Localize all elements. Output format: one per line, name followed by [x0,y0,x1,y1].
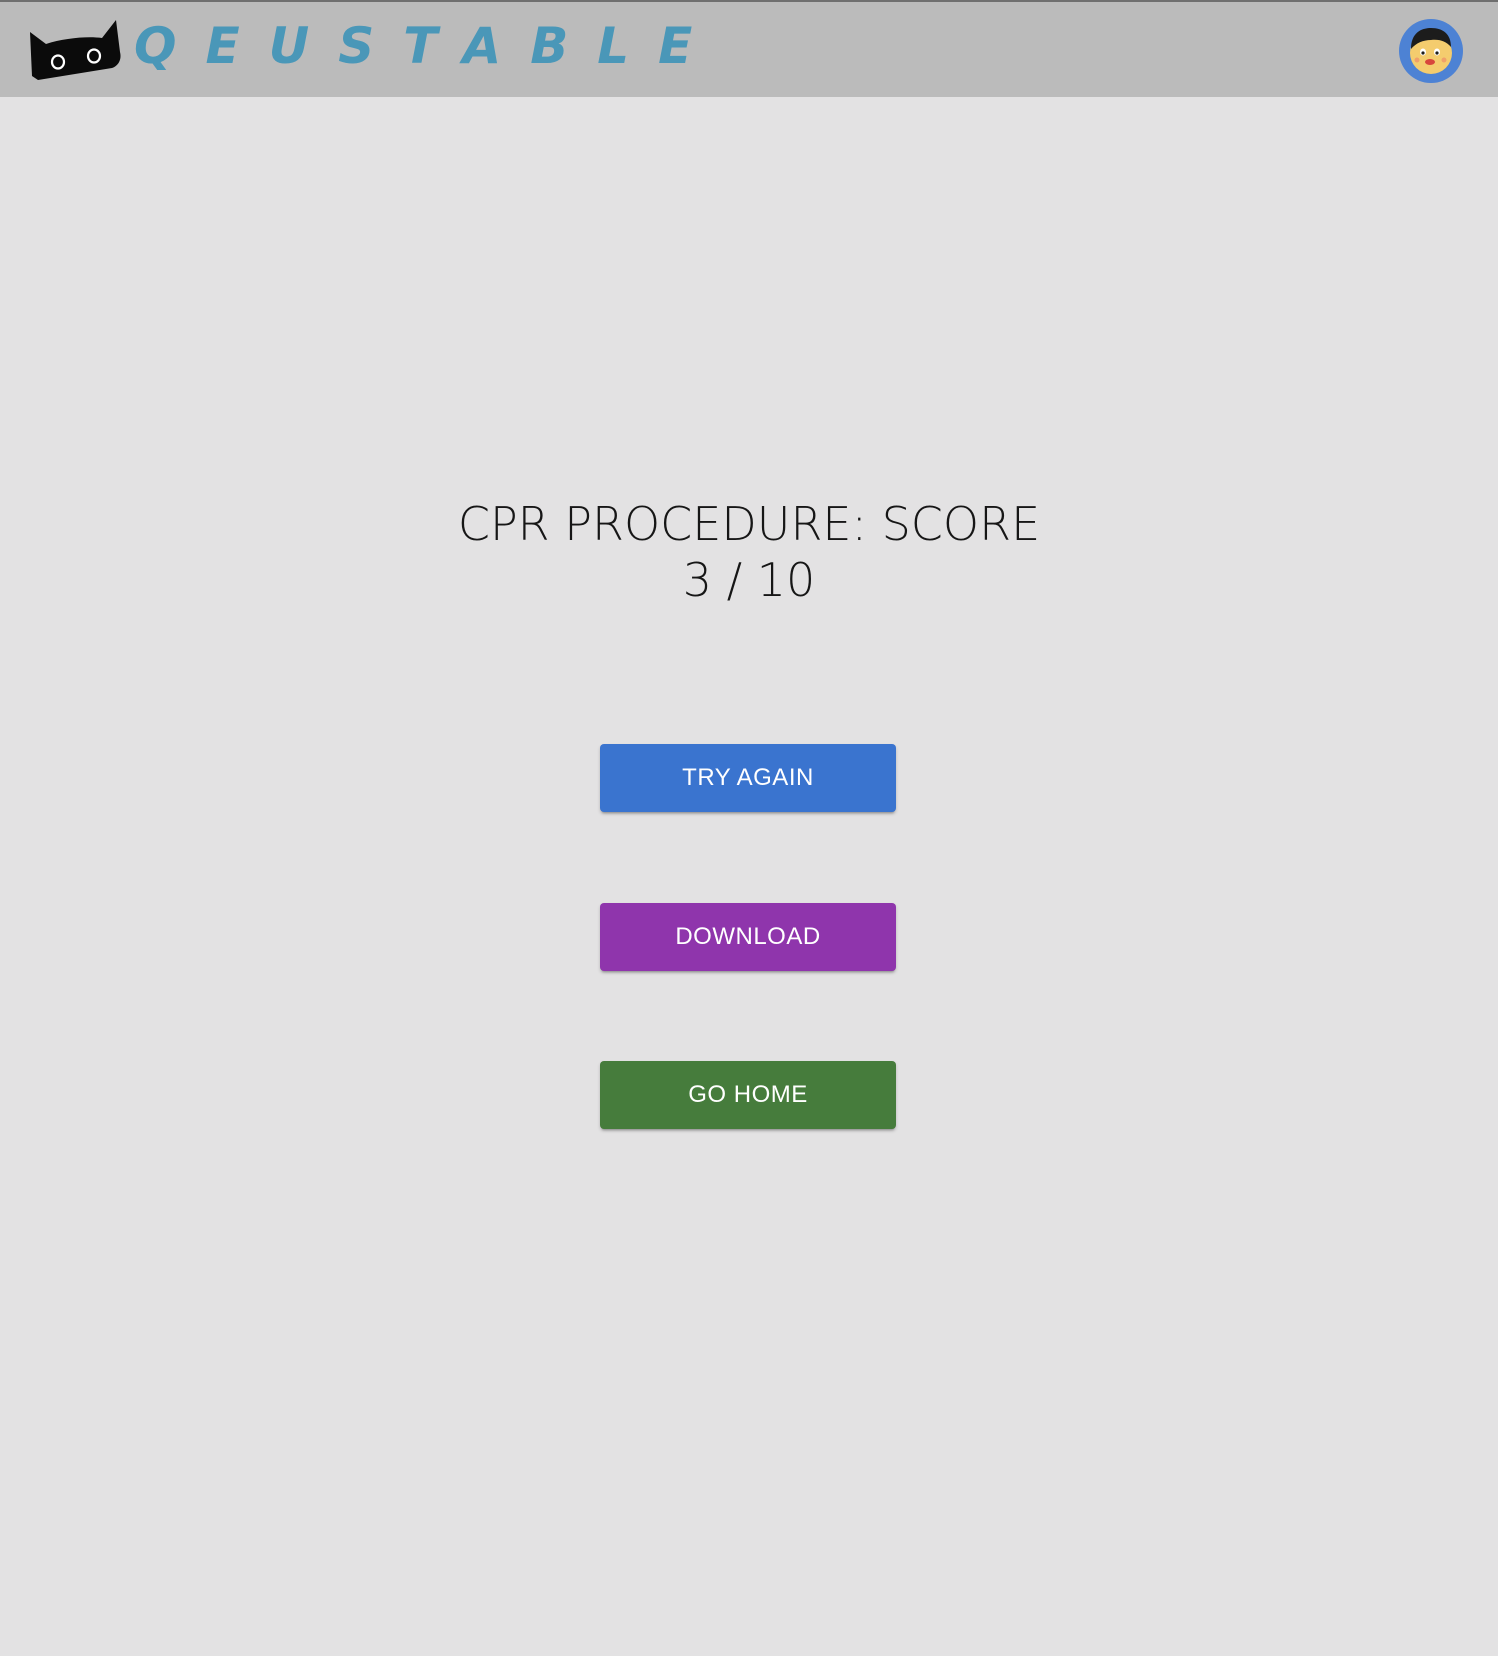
app-header: QEUSTABLE [0,0,1498,97]
page: QEUSTABLE CPR PROCEDURE: SCORE 3 / 10 TR… [0,0,1498,1656]
go-home-button[interactable]: GO HOME [600,1061,896,1129]
score-heading: CPR PROCEDURE: SCORE 3 / 10 [0,496,1498,608]
score-title: CPR PROCEDURE: SCORE [457,497,1041,551]
cat-logo-icon[interactable] [28,16,124,82]
download-button[interactable]: DOWNLOAD [600,903,896,971]
brand-wordmark: QEUSTABLE [134,17,722,75]
score-value: 3 / 10 [682,553,816,607]
user-avatar-icon[interactable] [1399,19,1463,83]
try-again-button[interactable]: TRY AGAIN [600,744,896,812]
